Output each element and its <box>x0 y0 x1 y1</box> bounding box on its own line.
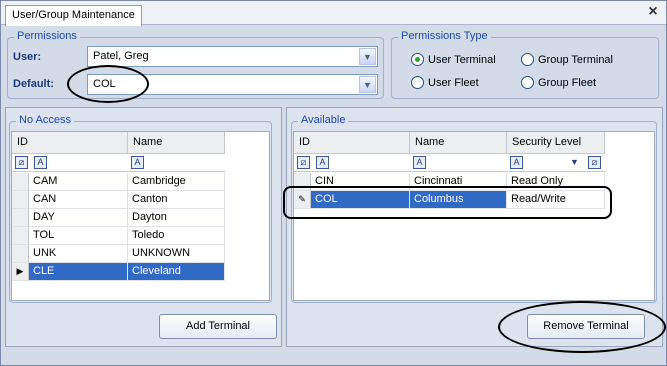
filter-row: ⧄ A A A ▼ ⧄ <box>294 154 605 172</box>
user-combobox[interactable]: Patel, Greg ▼ <box>87 46 378 67</box>
radio-dot[interactable] <box>521 76 534 89</box>
no-access-title: No Access <box>16 114 74 126</box>
default-label: Default: <box>13 78 54 90</box>
filter-row: ⧄ A A <box>12 154 225 172</box>
radio-label: User Terminal <box>428 53 496 66</box>
radio-dot[interactable] <box>411 53 424 66</box>
table-cell-id[interactable]: CAN <box>29 191 128 209</box>
row-indicator[interactable] <box>12 245 29 263</box>
chevron-down-icon[interactable]: ▼ <box>359 76 376 93</box>
highlight-ellipse-remove <box>498 301 666 353</box>
column-header-name[interactable]: Name <box>128 132 225 154</box>
tab-user-group-maintenance[interactable]: User/Group Maintenance <box>5 5 142 26</box>
permissions-group-title: Permissions <box>14 30 80 42</box>
highlight-rect-columbus-row <box>283 186 612 219</box>
permissions-type-group: Permissions Type <box>391 30 659 99</box>
row-indicator[interactable] <box>12 173 29 191</box>
row-indicator[interactable] <box>12 191 29 209</box>
highlight-ellipse-default <box>67 65 149 103</box>
row-indicator[interactable]: ▶ <box>12 263 29 281</box>
table-cell-id[interactable]: DAY <box>29 209 128 227</box>
table-cell-name[interactable]: Toledo <box>128 227 225 245</box>
table-cell-name[interactable]: Cambridge <box>128 173 225 191</box>
filter-text-icon[interactable]: A <box>510 156 523 169</box>
available-title: Available <box>298 114 349 126</box>
row-indicator[interactable] <box>12 227 29 245</box>
radio-user-fleet[interactable]: User Fleet <box>411 76 479 89</box>
filter-clear-icon[interactable]: ⧄ <box>588 156 601 169</box>
radio-label: User Fleet <box>428 76 479 89</box>
add-terminal-button[interactable]: Add Terminal <box>159 314 277 339</box>
chevron-down-icon[interactable]: ▼ <box>570 157 579 167</box>
row-indicator[interactable] <box>12 209 29 227</box>
filter-text-icon[interactable]: A <box>131 156 144 169</box>
chevron-down-icon[interactable]: ▼ <box>359 48 376 65</box>
table-cell-id[interactable]: TOL <box>29 227 128 245</box>
no-access-grid: ID Name ⧄ A A CAM Cambridge CAN Canton DAY Da… <box>11 131 270 301</box>
close-icon[interactable]: × <box>645 4 661 21</box>
table-cell-name[interactable]: Cleveland <box>128 263 225 281</box>
tab-strip: User/Group Maintenance × <box>1 1 666 26</box>
user-value: Patel, Greg <box>93 50 149 62</box>
column-header-id[interactable]: ID <box>12 132 128 154</box>
radio-label: Group Terminal <box>538 53 613 66</box>
radio-user-terminal[interactable]: User Terminal <box>411 53 496 66</box>
column-header-id[interactable]: ID <box>294 132 410 154</box>
filter-clear-icon[interactable]: ⧄ <box>15 156 28 169</box>
column-header-name[interactable]: Name <box>410 132 507 154</box>
column-header-security-level[interactable]: Security Level <box>507 132 605 154</box>
table-cell-name[interactable]: Dayton <box>128 209 225 227</box>
table-cell-id[interactable]: UNK <box>29 245 128 263</box>
radio-dot[interactable] <box>521 53 534 66</box>
filter-text-icon[interactable]: A <box>316 156 329 169</box>
filter-text-icon[interactable]: A <box>34 156 47 169</box>
user-label: User: <box>13 51 42 63</box>
table-cell-name[interactable]: Canton <box>128 191 225 209</box>
table-cell-name[interactable]: UNKNOWN <box>128 245 225 263</box>
filter-clear-icon[interactable]: ⧄ <box>297 156 310 169</box>
radio-group-fleet[interactable]: Group Fleet <box>521 76 596 89</box>
permissions-type-title: Permissions Type <box>398 30 491 42</box>
filter-text-icon[interactable]: A <box>413 156 426 169</box>
table-cell-id[interactable]: CAM <box>29 173 128 191</box>
radio-dot[interactable] <box>411 76 424 89</box>
radio-label: Group Fleet <box>538 76 597 89</box>
table-cell-id[interactable]: CLE <box>29 263 128 281</box>
user-group-maintenance-window: User/Group Maintenance × Permissions Use… <box>0 0 667 366</box>
radio-group-terminal[interactable]: Group Terminal <box>521 53 613 66</box>
